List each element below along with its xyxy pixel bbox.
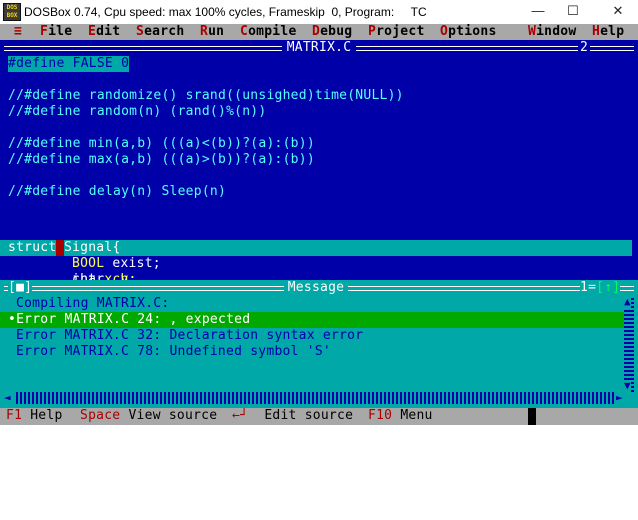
menu-options[interactable]: Options: [440, 24, 497, 40]
message-line-selected[interactable]: •Error MATRIX.C 24: , expected: [0, 312, 632, 328]
menu-file[interactable]: File: [40, 24, 72, 40]
code-line[interactable]: //#define random(n) (rand()%(n)): [8, 104, 266, 120]
menu-window[interactable]: Window: [528, 24, 576, 40]
menu-search[interactable]: Search: [136, 24, 184, 40]
scroll-up-arrow-icon[interactable]: ▲: [624, 296, 631, 308]
scroll-right-arrow-icon[interactable]: ►: [616, 392, 623, 404]
code-line[interactable]: //#define delay(n) Sleep(n): [8, 184, 226, 200]
code-line[interactable]: //#define min(a,b) (((a)<(b))?(a):(b)): [8, 136, 315, 152]
message-window[interactable]: [■] Message 1=[↑] Compiling MATRIX.C: •E…: [0, 280, 638, 408]
minimize-button[interactable]: —: [518, 0, 558, 24]
message-line[interactable]: Error MATRIX.C 78: Undefined symbol 'S': [16, 344, 331, 360]
status-menu[interactable]: F10 Menu: [368, 408, 433, 424]
menu-run[interactable]: Run: [200, 24, 224, 40]
code-line[interactable]: BOOL exist;: [72, 256, 161, 272]
message-close-button[interactable]: [■]: [8, 280, 33, 296]
message-frame: [■] Message 1=[↑]: [0, 280, 638, 296]
message-title: Message: [284, 280, 348, 296]
text-cursor: [56, 240, 64, 256]
enter-key-icon: ←┘: [232, 408, 249, 423]
message-window-controls[interactable]: 1=[↑]: [580, 280, 621, 296]
message-zoom-button[interactable]: [↑]: [596, 280, 620, 295]
status-bar: F1 Help Space View source ←┘ Edit source…: [0, 408, 638, 425]
message-line[interactable]: Error MATRIX.C 32: Declaration syntax er…: [16, 328, 363, 344]
menu-compile[interactable]: Compile: [240, 24, 297, 40]
status-help[interactable]: F1 Help: [6, 408, 63, 424]
message-vertical-scrollbar[interactable]: [624, 296, 634, 392]
code-line[interactable]: //#define max(a,b) (((a)>(b))?(a):(b)): [8, 152, 315, 168]
dosbox-app-icon: DOS BOX: [3, 3, 21, 21]
message-horizontal-scrollbar[interactable]: [16, 392, 616, 404]
window-title: DOSBox 0.74, Cpu speed: max 100% cycles,…: [24, 5, 427, 19]
turbo-c-screen: ≡ File Edit Search Run Compile Debug Pro…: [0, 24, 638, 425]
status-view-source[interactable]: Space View source: [80, 408, 217, 424]
scroll-down-arrow-icon[interactable]: ▼: [624, 380, 631, 392]
menu-help[interactable]: Help: [592, 24, 624, 40]
menu-project[interactable]: Project: [368, 24, 425, 40]
editor-window[interactable]: MATRIX.C 2 #define FALSE 0 //#define ran…: [0, 40, 638, 287]
scroll-left-arrow-icon[interactable]: ◄: [4, 392, 11, 404]
window-titlebar[interactable]: DOS BOX DOSBox 0.74, Cpu speed: max 100%…: [0, 0, 638, 24]
status-block-cursor: [528, 408, 536, 425]
code-line[interactable]: //#define randomize() srand((unsighed)ti…: [8, 88, 404, 104]
editor-window-number[interactable]: 2: [578, 40, 591, 56]
editor-frame: MATRIX.C 2: [0, 40, 638, 56]
message-window-number: 1: [580, 280, 589, 295]
menu-debug[interactable]: Debug: [312, 24, 352, 40]
close-button[interactable]: ✕: [598, 0, 638, 24]
menu-edit[interactable]: Edit: [88, 24, 120, 40]
status-edit-source[interactable]: ←┘ Edit source: [232, 408, 353, 424]
maximize-button[interactable]: ☐: [553, 0, 593, 24]
code-line[interactable]: #define FALSE 0: [8, 56, 130, 72]
system-menu-icon[interactable]: ≡: [14, 24, 22, 40]
struct-name: Signal{: [64, 240, 121, 255]
editor-filename: MATRIX.C: [282, 40, 356, 56]
message-line[interactable]: Compiling MATRIX.C:: [16, 296, 169, 312]
current-code-line[interactable]: struct Signal{: [0, 240, 632, 256]
menu-bar: ≡ File Edit Search Run Compile Debug Pro…: [0, 24, 638, 40]
struct-keyword: struct: [8, 240, 57, 255]
